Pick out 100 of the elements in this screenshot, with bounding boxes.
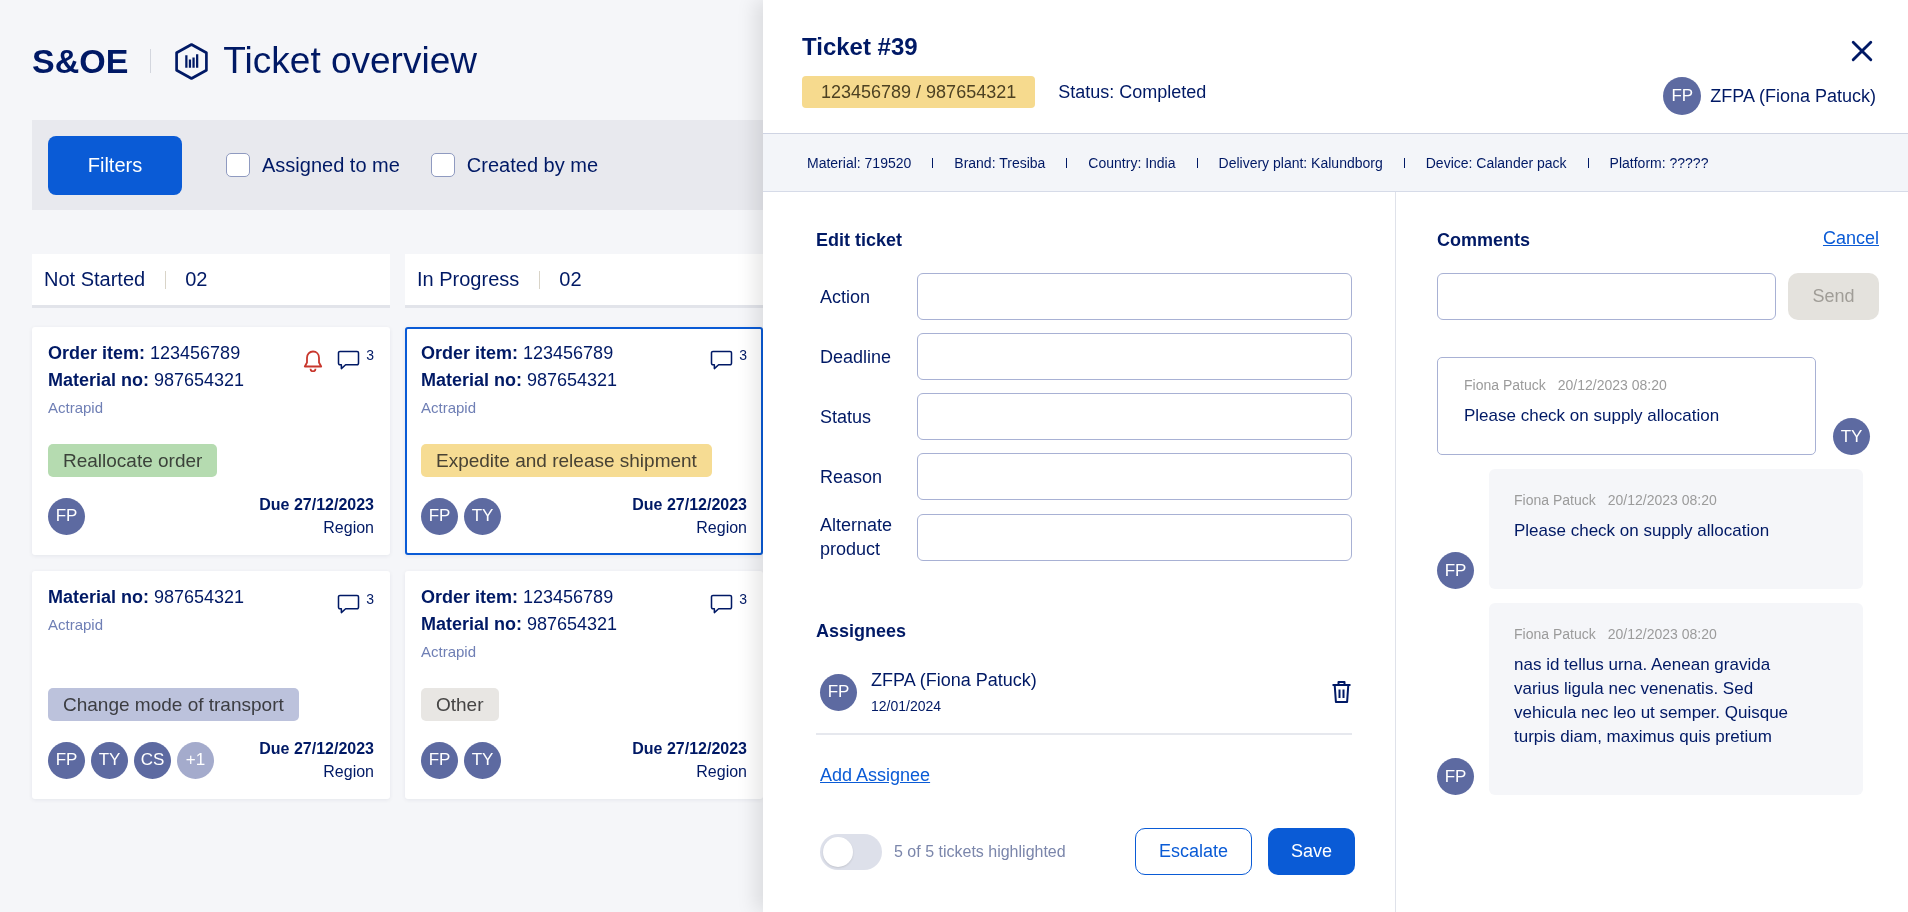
avatar: FP	[1663, 77, 1702, 115]
ticket-card[interactable]: Order item: 123456789 Material no: 987654321 Actrapid 3 Expedite and release shipment FP TY Due 27/12/2023 Region	[405, 327, 763, 555]
checkbox[interactable]	[430, 153, 455, 177]
comment-time: 20/12/2023 08:20	[1557, 376, 1667, 394]
comment-author: Fiona Patuck	[1514, 491, 1596, 509]
field-label: Deadline	[819, 345, 893, 369]
field-label: Alternate product	[819, 514, 894, 561]
comment-input[interactable]	[1437, 273, 1776, 320]
avatar: TY	[1833, 418, 1870, 455]
product-name: Actrapid	[421, 642, 478, 662]
toggle-label: 5 of 5 tickets highlighted	[894, 842, 1066, 861]
hexagon-chart-icon	[175, 42, 209, 80]
info-item: Material: 719520	[807, 154, 912, 171]
speech-bubble-icon	[710, 594, 734, 614]
field-label: Reason	[819, 465, 884, 489]
due-date: Due 27/12/2023	[259, 739, 374, 759]
info-item: Device: Calander pack	[1425, 154, 1567, 171]
toggle-switch[interactable]	[820, 833, 882, 870]
action-tag: Change mode of transport	[48, 688, 299, 721]
page-title: Ticket overview	[223, 41, 477, 81]
checkbox-label[interactable]: Created by me	[466, 153, 599, 177]
action-tag: Expedite and release shipment	[421, 444, 712, 477]
comment-count: 3	[366, 592, 374, 606]
region-text: Region	[696, 518, 747, 538]
comment-count: 3	[739, 592, 747, 606]
section-title: Comments	[1437, 229, 1530, 252]
speech-bubble-icon	[337, 350, 361, 370]
owner-name: ZFPA (Fiona Patuck)	[1710, 85, 1876, 107]
avatar: TY	[464, 741, 501, 779]
info-item: Delivery plant: Kalundborg	[1218, 154, 1383, 171]
ticket-card[interactable]: Order item: 123456789 Material no: 987654321 Actrapid 3 Other FP TY Due 27/12/2023 Region	[405, 571, 763, 799]
region-text: Region	[323, 762, 374, 782]
comment-text: Please check on supply allocation	[1464, 405, 1721, 427]
info-item: Country: India	[1088, 154, 1176, 171]
card-detail-text: Order item: 123456789	[48, 342, 242, 365]
overflow-avatar: +1	[177, 741, 214, 779]
comment-text: Please check on supply allocation	[1514, 520, 1771, 542]
status-text: Status: Completed	[1058, 81, 1207, 103]
field-label: Status	[819, 405, 873, 429]
input-field[interactable]	[917, 273, 1352, 320]
comment-count: 3	[739, 348, 747, 362]
comment-author: Fiona Patuck	[1514, 625, 1596, 643]
due-date: Due 27/12/2023	[632, 739, 747, 759]
speech-bubble-icon	[337, 594, 361, 614]
avatar: CS	[134, 741, 171, 779]
input-field[interactable]	[917, 333, 1352, 380]
card-detail-text: Material no: 987654321	[48, 369, 245, 392]
info-item: Platform: ?????	[1609, 154, 1709, 171]
avatar: FP	[421, 497, 458, 535]
region-text: Region	[323, 518, 374, 538]
ticket-title: Ticket #39	[802, 32, 919, 62]
column-title: Not Started	[44, 268, 146, 291]
filters-button[interactable]: Filters	[48, 135, 182, 195]
comment-count: 3	[366, 348, 374, 362]
ticket-card[interactable]: Order item: 123456789 Material no: 987654321 Actrapid 3 Reallocate order FP Due 27/12/2023 Region	[32, 327, 390, 555]
avatar: FP	[421, 741, 458, 779]
comment-text: nas id tellus urna. Aenean gravida varius ligula nec venenatis. Sed vehicula nec leo ut semper. Quisque turpis diam, maximus quis pretium	[1514, 654, 1790, 748]
comment-author: Fiona Patuck	[1464, 376, 1546, 394]
cancel-link[interactable]: Cancel	[1822, 228, 1879, 249]
avatar: FP	[1437, 758, 1474, 795]
product-name: Actrapid	[48, 398, 105, 418]
card-detail-text: Material no: 987654321	[421, 369, 618, 392]
input-field[interactable]	[917, 453, 1352, 500]
avatar: FP	[48, 497, 85, 535]
add-assignee-link[interactable]: Add Assignee	[820, 765, 931, 786]
section-title: Edit ticket	[816, 229, 904, 252]
card-detail-text: Material no: 987654321	[48, 586, 245, 609]
action-tag: Reallocate order	[48, 444, 218, 477]
region-text: Region	[696, 762, 747, 782]
avatar: FP	[1437, 552, 1474, 589]
input-field[interactable]	[917, 393, 1352, 440]
info-item: Brand: Tresiba	[954, 154, 1046, 171]
id-badge: 123456789 / 987654321	[802, 76, 1036, 108]
action-tag: Other	[421, 688, 499, 721]
avatar: TY	[91, 741, 128, 779]
column-count: 02	[559, 268, 582, 291]
ticket-card[interactable]: Material no: 987654321 Actrapid 3 Change mode of transport FP TY CS +1 Due 27/12/2023 Region	[32, 571, 390, 799]
column-count: 02	[185, 268, 208, 291]
avatar: FP	[48, 741, 85, 779]
comment-time: 20/12/2023 08:20	[1607, 491, 1717, 509]
due-date: Due 27/12/2023	[259, 495, 374, 515]
trash-icon[interactable]	[1331, 680, 1352, 704]
close-icon[interactable]	[1851, 40, 1873, 62]
column-title: In Progress	[417, 268, 520, 291]
due-date: Due 27/12/2023	[632, 495, 747, 515]
comment-time: 20/12/2023 08:20	[1607, 625, 1717, 643]
save-button[interactable]: Save	[1268, 828, 1355, 875]
input-field[interactable]	[917, 513, 1352, 561]
product-name: Actrapid	[421, 398, 478, 418]
card-detail-text: Material no: 987654321	[421, 613, 618, 636]
avatar: TY	[464, 497, 501, 535]
field-label: Action	[819, 285, 872, 309]
escalate-button[interactable]: Escalate	[1135, 828, 1252, 875]
speech-bubble-icon	[710, 350, 734, 370]
product-name: Actrapid	[48, 615, 105, 635]
checkbox[interactable]	[226, 153, 250, 177]
checkbox-label[interactable]: Assigned to me	[262, 153, 400, 177]
card-detail-text: Order item: 123456789	[421, 586, 615, 609]
assignee-date: 12/01/2024	[871, 697, 943, 715]
avatar: FP	[820, 673, 857, 711]
